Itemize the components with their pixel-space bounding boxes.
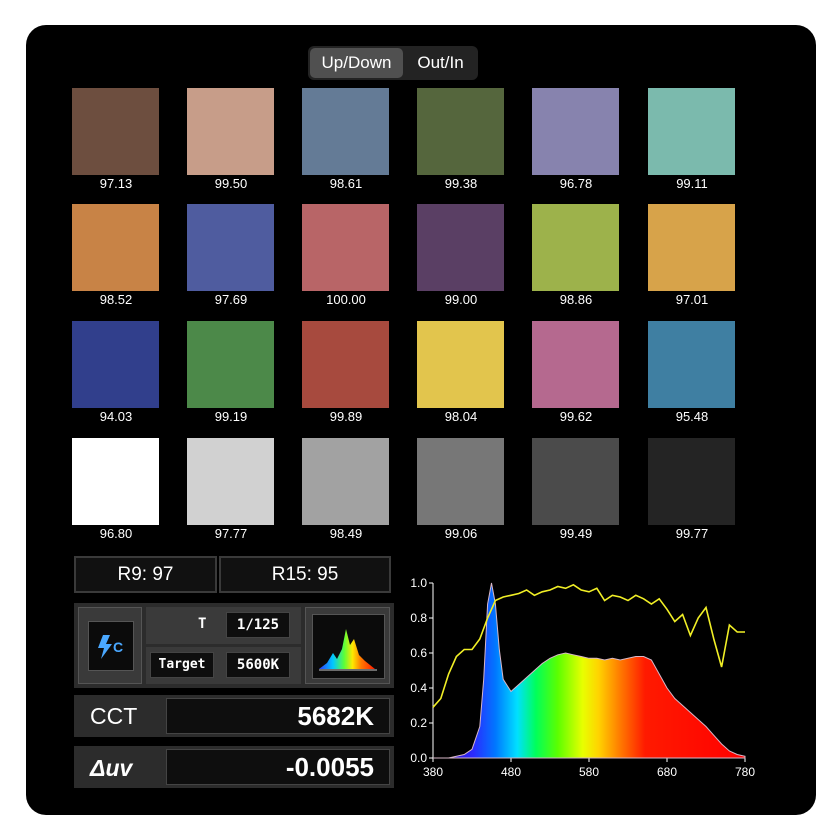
y-tick-label: 1.0 xyxy=(410,576,427,590)
swatch-score: 97.69 xyxy=(214,292,248,307)
color-swatch[interactable] xyxy=(532,321,619,408)
svg-text:C: C xyxy=(113,639,123,655)
x-tick-label: 780 xyxy=(735,765,755,779)
color-swatch[interactable] xyxy=(648,438,735,525)
cct-value: 5682K xyxy=(297,701,374,731)
swatch-score: 98.86 xyxy=(559,292,593,307)
toggle-up-down[interactable]: Up/Down xyxy=(310,48,403,78)
view-toggle: Up/Down Out/In xyxy=(308,46,478,80)
x-tick-label: 580 xyxy=(579,765,599,779)
color-swatch[interactable] xyxy=(532,204,619,291)
r9-value: R9: 97 xyxy=(74,556,217,593)
color-swatch[interactable] xyxy=(302,204,389,291)
mode-button[interactable]: C xyxy=(78,607,142,684)
swatch-score: 98.61 xyxy=(329,176,363,191)
swatch-score: 97.01 xyxy=(675,292,709,307)
swatch-score: 99.06 xyxy=(444,526,478,541)
swatch-score: 97.77 xyxy=(214,526,248,541)
shutter-value[interactable]: 1/125 xyxy=(226,612,290,638)
color-swatch[interactable] xyxy=(187,88,274,175)
y-tick-label: 0.8 xyxy=(410,611,427,625)
y-tick-label: 0.0 xyxy=(410,751,427,765)
color-swatch[interactable] xyxy=(648,321,735,408)
cct-label: CCT xyxy=(90,703,138,729)
y-tick-label: 0.2 xyxy=(410,716,427,730)
color-swatch[interactable] xyxy=(532,88,619,175)
swatch-score: 98.04 xyxy=(444,409,478,424)
swatch-score: 99.77 xyxy=(675,526,709,541)
spectrum-area xyxy=(433,582,746,759)
color-swatch[interactable] xyxy=(302,88,389,175)
swatch-score: 99.62 xyxy=(559,409,593,424)
color-swatch[interactable] xyxy=(417,204,504,291)
y-tick-label: 0.4 xyxy=(410,681,427,695)
color-swatch[interactable] xyxy=(417,88,504,175)
color-swatch[interactable] xyxy=(302,321,389,408)
color-swatch[interactable] xyxy=(532,438,619,525)
target-label: Target xyxy=(150,652,214,678)
x-tick-label: 380 xyxy=(423,765,443,779)
color-swatch[interactable] xyxy=(72,438,159,525)
swatch-score: 98.49 xyxy=(329,526,363,541)
target-row: Target 5600K xyxy=(146,647,301,684)
swatch-score: 99.49 xyxy=(559,526,593,541)
spectrum-chart: 0.0 0.2 0.4 0.6 0.8 1.0 380 480 580 680 780 xyxy=(410,576,755,779)
color-swatch[interactable] xyxy=(187,204,274,291)
swatch-score: 98.52 xyxy=(99,292,133,307)
swatch-score: 99.89 xyxy=(329,409,363,424)
target-value[interactable]: 5600K xyxy=(226,652,290,678)
color-swatch[interactable] xyxy=(187,321,274,408)
swatch-score: 99.19 xyxy=(214,409,248,424)
swatch-score: 96.78 xyxy=(559,176,593,191)
swatch-score: 97.13 xyxy=(99,176,133,191)
bolt-c-icon: C xyxy=(88,621,134,671)
color-swatch[interactable] xyxy=(648,204,735,291)
swatch-score: 96.80 xyxy=(99,526,133,541)
x-tick-label: 680 xyxy=(657,765,677,779)
spectrum-icon xyxy=(312,614,385,679)
shutter-row: T 1/125 xyxy=(146,607,301,644)
color-swatch[interactable] xyxy=(72,204,159,291)
color-swatch[interactable] xyxy=(417,321,504,408)
x-tick-label: 480 xyxy=(501,765,521,779)
swatch-score: 99.38 xyxy=(444,176,478,191)
r15-value: R15: 95 xyxy=(219,556,391,593)
color-swatch[interactable] xyxy=(648,88,735,175)
swatch-score: 95.48 xyxy=(675,409,709,424)
color-swatch[interactable] xyxy=(187,438,274,525)
color-swatch[interactable] xyxy=(72,321,159,408)
y-tick-label: 0.6 xyxy=(410,646,427,660)
color-swatch[interactable] xyxy=(302,438,389,525)
swatch-score: 99.11 xyxy=(676,176,708,191)
shutter-label: T xyxy=(198,616,207,632)
toggle-out-in[interactable]: Out/In xyxy=(405,48,476,78)
swatch-score: 99.50 xyxy=(214,176,248,191)
spectrum-button[interactable] xyxy=(305,607,390,684)
duv-value: -0.0055 xyxy=(285,752,374,782)
duv-label: Δuv xyxy=(90,755,133,781)
color-swatch[interactable] xyxy=(417,438,504,525)
color-swatch[interactable] xyxy=(72,88,159,175)
swatch-score: 94.03 xyxy=(99,409,133,424)
swatch-score: 99.00 xyxy=(444,292,478,307)
swatch-score: 100.00 xyxy=(326,292,366,307)
